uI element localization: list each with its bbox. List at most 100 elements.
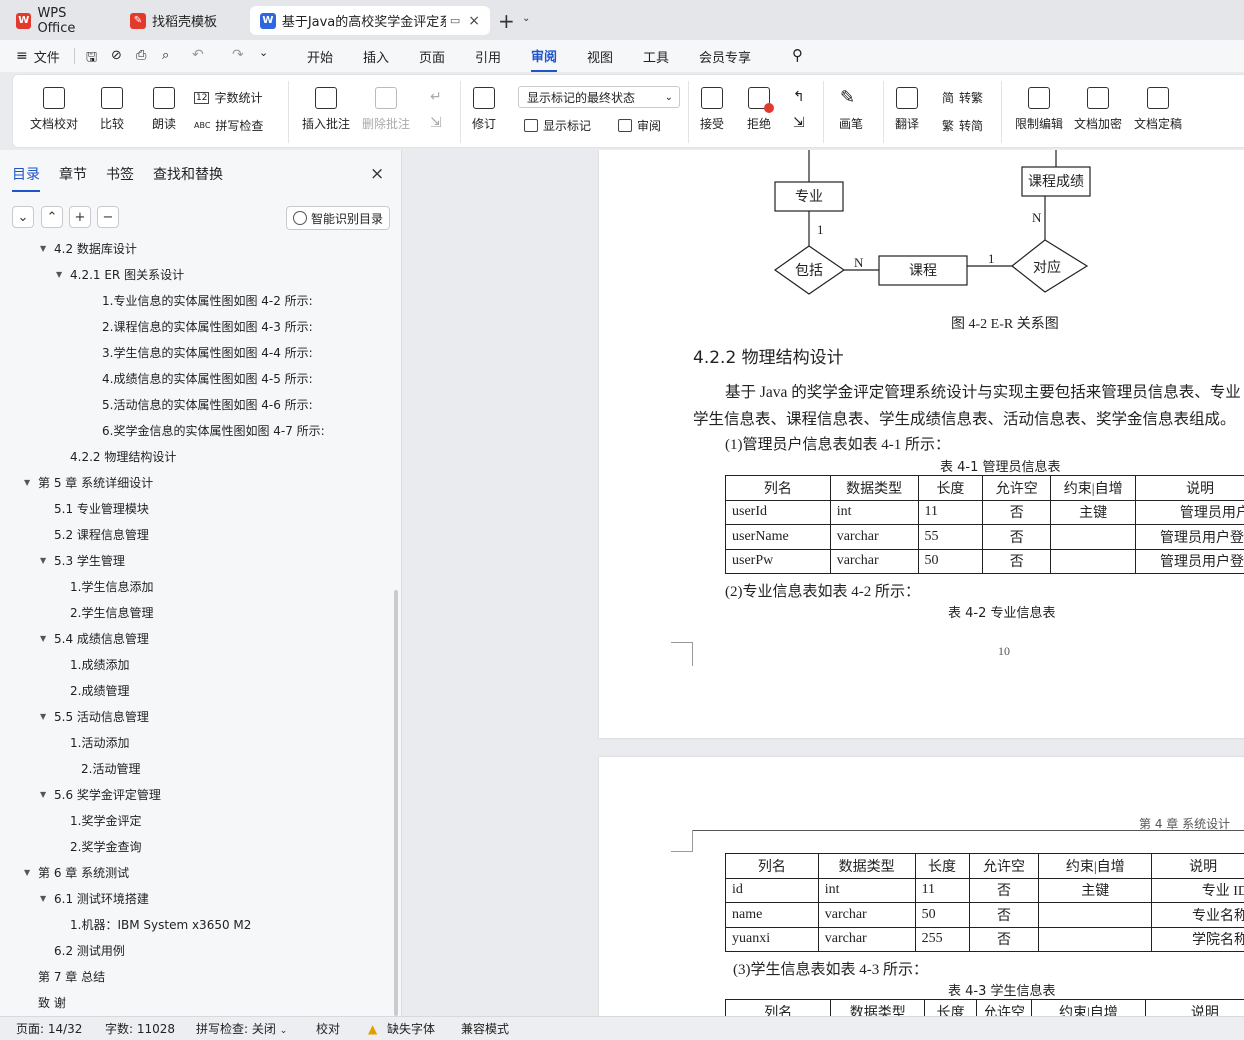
tab-chapters[interactable]: 章节 xyxy=(59,164,87,192)
search-icon[interactable]: ⚲ xyxy=(792,46,803,64)
toc-item[interactable]: 1.学生信息添加 xyxy=(70,573,153,599)
toc-item[interactable]: 致 谢 xyxy=(38,989,66,1015)
tab-document[interactable]: W 基于Java的高校奖学金评定系 ▭ × xyxy=(250,6,490,35)
toc-item[interactable]: 1.活动添加 xyxy=(70,729,129,755)
read-aloud-button[interactable]: 朗读 xyxy=(152,87,176,132)
reject-button[interactable]: 拒绝 xyxy=(747,87,774,132)
toc-item[interactable]: 1.专业信息的实体属性图如图 4-2 所示: xyxy=(102,287,313,313)
toc-item[interactable]: 2.课程信息的实体属性图如图 4-3 所示: xyxy=(102,313,313,339)
file-menu[interactable]: ≡ 文件 xyxy=(16,40,60,72)
close-icon[interactable]: × xyxy=(370,164,384,184)
revise-button[interactable]: 修订 xyxy=(472,87,496,132)
tab-bookmarks[interactable]: 书签 xyxy=(106,164,134,192)
expand-arrow-icon[interactable]: ▼ xyxy=(40,634,54,643)
toc-item[interactable]: ▼ 5.4 成绩信息管理 xyxy=(40,625,149,651)
toc-item[interactable]: 4.2.2 物理结构设计 xyxy=(70,443,176,469)
expand-arrow-icon[interactable]: ▼ xyxy=(40,790,54,799)
undo-icon[interactable]: ↶ xyxy=(192,47,204,63)
tab-templates[interactable]: ✎ 找稻壳模板 xyxy=(120,6,244,35)
pen-button[interactable]: ✎ 画笔 xyxy=(839,87,863,132)
toc-item[interactable]: 1.机器：IBM System x3650 M2 xyxy=(70,911,251,937)
toc-item[interactable]: 1.成绩添加 xyxy=(70,651,129,677)
insert-comment-button[interactable]: 插入批注 xyxy=(302,87,350,132)
delete-comment-button[interactable]: 删除批注 xyxy=(362,87,410,132)
toc-item[interactable]: ▼ 4.2 数据库设计 xyxy=(40,238,137,261)
scrollbar[interactable] xyxy=(394,590,398,1016)
toc-item[interactable]: 2.学生信息管理 xyxy=(70,599,153,625)
toc-item[interactable]: 2.活动管理 xyxy=(81,755,140,781)
page-indicator[interactable]: 页面: 14/32 xyxy=(16,1020,82,1037)
collapse-up-icon[interactable]: ⌃ xyxy=(41,206,63,228)
to-simplified-button[interactable]: 繁 转简 xyxy=(942,117,983,134)
prev-comment-icon[interactable]: ↵ xyxy=(430,89,442,105)
chevron-down-icon[interactable]: ⌄ xyxy=(259,46,268,59)
menu-member[interactable]: 会员专享 xyxy=(699,40,751,72)
expand-arrow-icon[interactable]: ▼ xyxy=(40,894,54,903)
chevron-down-icon[interactable]: ⌄ xyxy=(522,13,530,24)
toc-item[interactable]: 5.1 专业管理模块 xyxy=(54,495,149,521)
translate-button[interactable]: 翻译 xyxy=(895,87,919,132)
toc-item[interactable]: ▼ 5.6 奖学金评定管理 xyxy=(40,781,161,807)
menu-insert[interactable]: 插入 xyxy=(363,40,389,72)
tab-wps-office[interactable]: W WPS Office xyxy=(6,6,116,36)
next-comment-icon[interactable]: ⇲ xyxy=(430,115,442,131)
restrict-edit-button[interactable]: 限制编辑 xyxy=(1015,87,1063,132)
expand-down-icon[interactable]: ⌄ xyxy=(12,206,34,228)
link-icon[interactable]: ⊘ xyxy=(111,48,122,63)
spell-check-status[interactable]: 拼写检查: 关闭 ⌄ xyxy=(196,1020,287,1037)
prev-change-icon[interactable]: ↰ xyxy=(793,89,805,105)
toc-item[interactable]: ▼ 5.5 活动信息管理 xyxy=(40,703,149,729)
toc-item[interactable]: ▼ 第 6 章 系统测试 xyxy=(24,859,129,885)
expand-arrow-icon[interactable]: ▼ xyxy=(40,712,54,721)
remove-icon[interactable]: − xyxy=(97,206,119,228)
review-pane-button[interactable]: 审阅 xyxy=(618,117,661,134)
show-markup-button[interactable]: 显示标记 xyxy=(524,117,591,134)
tab-toc[interactable]: 目录 xyxy=(12,164,40,192)
add-icon[interactable]: + xyxy=(69,206,91,228)
print-preview-icon[interactable]: ⌕ xyxy=(162,48,169,63)
spell-check-button[interactable]: ABC 拼写检查 xyxy=(194,117,263,134)
accept-button[interactable]: 接受 xyxy=(700,87,724,132)
finalize-button[interactable]: 文档定稿 xyxy=(1134,87,1182,132)
to-traditional-button[interactable]: 简 转繁 xyxy=(942,89,983,106)
new-tab-icon[interactable]: + xyxy=(498,9,515,33)
toc-item[interactable]: ▼ 5.3 学生管理 xyxy=(40,547,125,573)
toc-item[interactable]: 6.2 测试用例 xyxy=(54,937,125,963)
toc-item[interactable]: ▼ 4.2.1 ER 图关系设计 xyxy=(56,261,184,287)
toc-item[interactable]: 2.奖学金查询 xyxy=(70,833,141,859)
toc-item[interactable]: 5.活动信息的实体属性图如图 4-6 所示: xyxy=(102,391,313,417)
word-count-status[interactable]: 字数: 11028 xyxy=(105,1020,175,1037)
menu-start[interactable]: 开始 xyxy=(307,40,333,72)
expand-arrow-icon[interactable]: ▼ xyxy=(24,478,38,487)
toc-item[interactable]: 1.奖学金评定 xyxy=(70,807,141,833)
encrypt-button[interactable]: 文档加密 xyxy=(1074,87,1122,132)
proofread-status[interactable]: 校对 xyxy=(316,1020,340,1037)
toc-item[interactable]: 2.成绩管理 xyxy=(70,677,129,703)
close-icon[interactable]: × xyxy=(468,13,480,29)
menu-review[interactable]: 审阅 xyxy=(531,40,558,72)
markup-state-select[interactable]: 显示标记的最终状态 ⌄ xyxy=(518,86,680,108)
toc-item[interactable]: 6.奖学金信息的实体属性图如图 4-7 所示: xyxy=(102,417,325,443)
toc-item[interactable]: 3.学生信息的实体属性图如图 4-4 所示: xyxy=(102,339,313,365)
compare-button[interactable]: 比较 xyxy=(100,87,124,132)
expand-arrow-icon[interactable]: ▼ xyxy=(40,556,54,565)
save-icon[interactable]: 🖫 xyxy=(86,48,97,70)
menu-view[interactable]: 视图 xyxy=(587,40,613,72)
tab-find-replace[interactable]: 查找和替换 xyxy=(153,164,223,192)
toc-item[interactable]: 5.2 课程信息管理 xyxy=(54,521,149,547)
redo-icon[interactable]: ↷ xyxy=(232,47,244,63)
doc-check-button[interactable]: 文档校对 xyxy=(30,87,78,132)
toc-item[interactable]: ▼ 第 5 章 系统详细设计 xyxy=(24,469,153,495)
expand-arrow-icon[interactable]: ▼ xyxy=(40,244,54,253)
print-icon[interactable]: ⎙ xyxy=(136,48,146,63)
missing-font-status[interactable]: 缺失字体 xyxy=(387,1020,435,1037)
smart-toc-button[interactable]: 智能识别目录 xyxy=(286,206,390,230)
toc-item[interactable]: 4.成绩信息的实体属性图如图 4-5 所示: xyxy=(102,365,313,391)
word-count-button[interactable]: 12 字数统计 xyxy=(194,89,262,106)
next-change-icon[interactable]: ⇲ xyxy=(793,115,805,131)
menu-tools[interactable]: 工具 xyxy=(643,40,669,72)
menu-reference[interactable]: 引用 xyxy=(475,40,501,72)
expand-arrow-icon[interactable]: ▼ xyxy=(56,270,70,279)
menu-page[interactable]: 页面 xyxy=(419,40,445,72)
expand-arrow-icon[interactable]: ▼ xyxy=(24,868,38,877)
